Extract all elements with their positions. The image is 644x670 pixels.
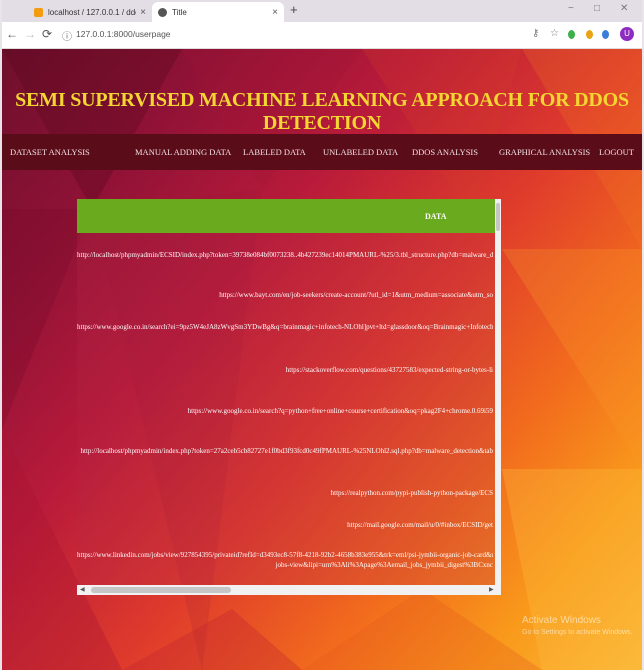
close-tab-icon[interactable]: × xyxy=(140,7,146,18)
main-navigation: DATASET ANALYSIS MANUAL ADDING DATA LABE… xyxy=(2,134,642,170)
watermark-subtitle: Go to Settings to activate Windows. xyxy=(522,629,633,636)
horizontal-scroll-thumb[interactable] xyxy=(91,587,231,593)
back-arrow-icon[interactable]: ← xyxy=(6,27,18,41)
nav-graphical-analysis[interactable]: GRAPHICAL ANALYSIS xyxy=(499,147,590,157)
page-title: SEMI SUPERVISED MACHINE LEARNING APPROAC… xyxy=(15,89,629,134)
globe-favicon-icon xyxy=(158,7,167,17)
table-row: https://www.linkedin.com/jobs/view/92785… xyxy=(77,551,493,559)
minimize-button[interactable]: − xyxy=(568,3,574,14)
tab-label: localhost / 127.0.0.1 / ddos_attac xyxy=(48,7,136,17)
tab-phpmyadmin[interactable]: localhost / 127.0.0.1 / ddos_attac × xyxy=(28,2,152,22)
table-row: https://mail.google.com/mail/u/0/#inbox/… xyxy=(347,521,493,529)
table-row: http://localhost/phpmyadmin/ECSID/index.… xyxy=(77,251,493,259)
vertical-scroll-thumb[interactable] xyxy=(496,203,500,231)
close-window-button[interactable]: ✕ xyxy=(620,3,628,14)
key-icon[interactable]: ⚷ xyxy=(532,28,539,39)
activate-windows-watermark: Activate Windows Go to Settings to activ… xyxy=(522,615,633,636)
table-row: jobs-view&lipi=urn%3Ali%3Apage%3Aemail_j… xyxy=(275,561,493,569)
nav-unlabeled-data[interactable]: UNLABELED DATA xyxy=(323,147,398,157)
nav-labeled-data[interactable]: LABELED DATA xyxy=(243,147,306,157)
extension-blue-icon[interactable] xyxy=(602,30,609,39)
nav-logout[interactable]: LOGOUT xyxy=(599,147,634,157)
page-body: SEMI SUPERVISED MACHINE LEARNING APPROAC… xyxy=(2,49,642,670)
table-header: DATA xyxy=(77,199,495,233)
close-tab-icon[interactable]: × xyxy=(272,7,278,18)
table-row: https://www.google.co.in/search?ei=9pz5W… xyxy=(77,323,493,331)
table-row: https://www.google.co.in/search?q=python… xyxy=(187,407,493,415)
table-row: http://localhost/phpmyadmin/index.php?to… xyxy=(80,447,493,455)
horizontal-scrollbar[interactable]: ◀ ▶ xyxy=(77,585,501,595)
info-icon[interactable]: ⓘ xyxy=(62,28,72,43)
tab-title[interactable]: Title × xyxy=(152,2,284,22)
forward-arrow-icon[interactable]: → xyxy=(24,27,36,41)
star-bookmark-icon[interactable]: ☆ xyxy=(550,28,559,39)
browser-window: localhost / 127.0.0.1 / ddos_attac × Tit… xyxy=(2,0,642,670)
new-tab-button[interactable]: + xyxy=(290,2,298,17)
tab-strip: localhost / 127.0.0.1 / ddos_attac × Tit… xyxy=(2,0,642,22)
extension-green-icon[interactable] xyxy=(568,30,575,39)
extension-yellow-icon[interactable] xyxy=(586,30,593,39)
nav-dataset-analysis[interactable]: DATASET ANALYSIS xyxy=(10,147,90,157)
address-bar[interactable]: 127.0.0.1:8000/userpage xyxy=(76,29,171,39)
table-row: https://www.bayt.com/en/job-seekers/crea… xyxy=(219,291,493,299)
table-row: https://realpython.com/pypi-publish-pyth… xyxy=(330,489,493,497)
maximize-button[interactable]: □ xyxy=(594,3,600,14)
data-table-panel: DATA http://localhost/phpmyadmin/ECSID/i… xyxy=(77,199,501,595)
scroll-left-arrow-icon[interactable]: ◀ xyxy=(80,586,85,593)
browser-toolbar: ← → ⟳ ⓘ 127.0.0.1:8000/userpage ⚷ ☆ U xyxy=(2,22,642,49)
vertical-scrollbar[interactable] xyxy=(495,199,501,585)
table-row: https://stackoverflow.com/questions/4372… xyxy=(285,366,493,374)
profile-avatar[interactable]: U xyxy=(620,27,634,41)
phpmyadmin-favicon-icon xyxy=(34,7,43,17)
scroll-right-arrow-icon[interactable]: ▶ xyxy=(489,586,494,593)
column-header-data: DATA xyxy=(425,212,447,221)
watermark-title: Activate Windows xyxy=(522,615,601,626)
tab-label: Title xyxy=(172,7,187,17)
nav-ddos-analysis[interactable]: DDOS ANALYSIS xyxy=(412,147,478,157)
reload-icon[interactable]: ⟳ xyxy=(42,27,52,41)
nav-manual-adding-data[interactable]: MANUAL ADDING DATA xyxy=(135,147,231,157)
